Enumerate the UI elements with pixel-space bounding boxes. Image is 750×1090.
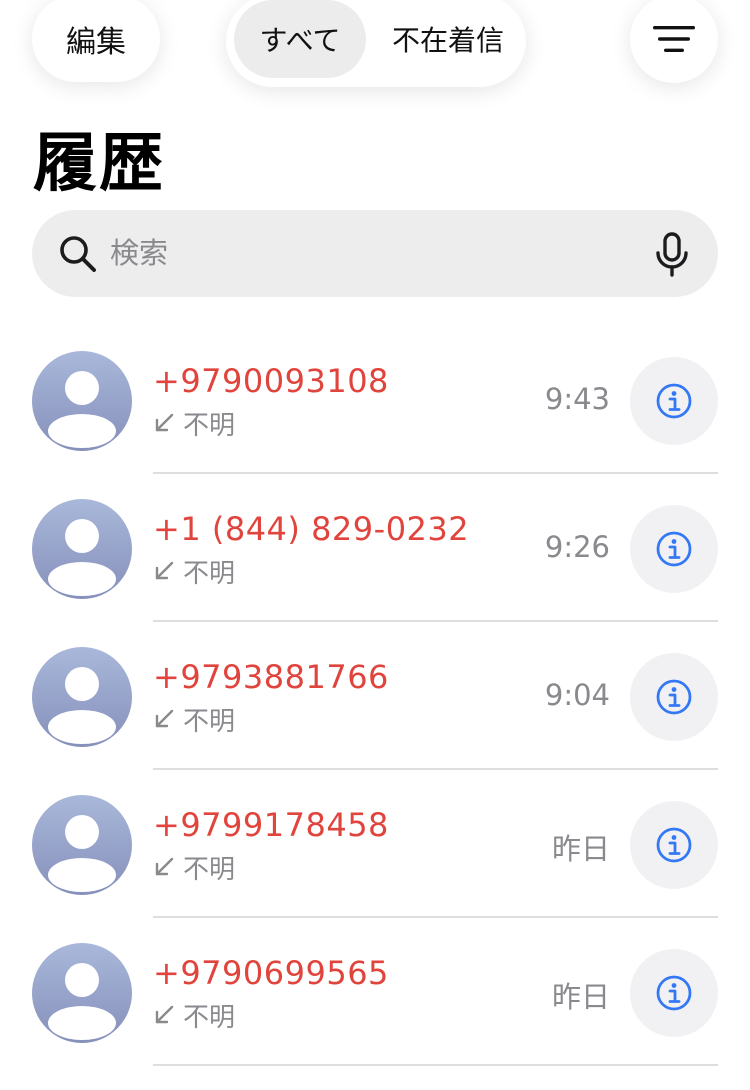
- page-title: 履歴: [33, 127, 165, 201]
- microphone-icon[interactable]: [652, 232, 692, 278]
- filter-icon: [653, 26, 695, 52]
- contact-avatar: [32, 943, 132, 1043]
- search-bar[interactable]: [32, 210, 718, 297]
- contact-avatar: [32, 499, 132, 599]
- incoming-arrow-icon: [155, 1005, 174, 1024]
- contact-avatar: [32, 351, 132, 451]
- info-button[interactable]: [630, 357, 718, 445]
- call-type: 不明: [153, 702, 236, 737]
- call-list: +9790093108 不明 9:43 +1 (844) 829-0232 不明…: [0, 326, 750, 1066]
- person-icon: [32, 943, 132, 1043]
- call-row[interactable]: +9793881766 不明 9:04: [0, 622, 750, 770]
- contact-avatar: [32, 795, 132, 895]
- incoming-arrow-icon: [155, 709, 174, 728]
- info-icon: [656, 383, 692, 419]
- caller-label: 不明: [183, 854, 236, 885]
- segment-all[interactable]: すべて: [234, 0, 366, 78]
- call-time: 9:26: [544, 530, 610, 564]
- call-row[interactable]: +9790699565 不明 昨日: [0, 918, 750, 1066]
- incoming-arrow-icon: [155, 413, 174, 432]
- caller-number: +1 (844) 829-0232: [153, 510, 470, 548]
- call-type: 不明: [153, 554, 236, 589]
- info-button[interactable]: [630, 949, 718, 1037]
- caller-label: 不明: [183, 558, 236, 589]
- call-type: 不明: [153, 406, 236, 441]
- call-row[interactable]: +9790093108 不明 9:43: [0, 326, 750, 474]
- caller-number: +9799178458: [153, 806, 389, 844]
- segment-missed[interactable]: 不在着信: [378, 0, 518, 78]
- call-time: 9:43: [544, 382, 610, 416]
- call-type: 不明: [153, 998, 236, 1033]
- filter-segmented-control: すべて 不在着信: [226, 0, 526, 87]
- caller-label: 不明: [183, 410, 236, 441]
- person-icon: [32, 795, 132, 895]
- person-icon: [32, 499, 132, 599]
- caller-label: 不明: [183, 706, 236, 737]
- incoming-arrow-icon: [155, 857, 174, 876]
- edit-button[interactable]: 編集: [32, 0, 160, 82]
- search-icon: [60, 236, 96, 272]
- info-icon: [656, 975, 692, 1011]
- contact-avatar: [32, 647, 132, 747]
- info-button[interactable]: [630, 801, 718, 889]
- person-icon: [32, 647, 132, 747]
- caller-number: +9790699565: [153, 954, 389, 992]
- person-icon: [32, 351, 132, 451]
- info-icon: [656, 679, 692, 715]
- info-button[interactable]: [630, 653, 718, 741]
- incoming-arrow-icon: [155, 561, 174, 580]
- call-time: 昨日: [551, 980, 610, 1014]
- filter-button[interactable]: [630, 0, 718, 83]
- call-type: 不明: [153, 850, 236, 885]
- info-button[interactable]: [630, 505, 718, 593]
- call-time: 9:04: [544, 678, 610, 712]
- info-icon: [656, 531, 692, 567]
- info-icon: [656, 827, 692, 863]
- top-bar: 編集 すべて 不在着信: [0, 0, 750, 100]
- caller-number: +9790093108: [153, 362, 389, 400]
- row-divider: [153, 1064, 718, 1066]
- caller-number: +9793881766: [153, 658, 389, 696]
- search-input[interactable]: [110, 224, 630, 282]
- call-time: 昨日: [551, 832, 610, 866]
- call-row[interactable]: +9799178458 不明 昨日: [0, 770, 750, 918]
- call-row[interactable]: +1 (844) 829-0232 不明 9:26: [0, 474, 750, 622]
- caller-label: 不明: [183, 1002, 236, 1033]
